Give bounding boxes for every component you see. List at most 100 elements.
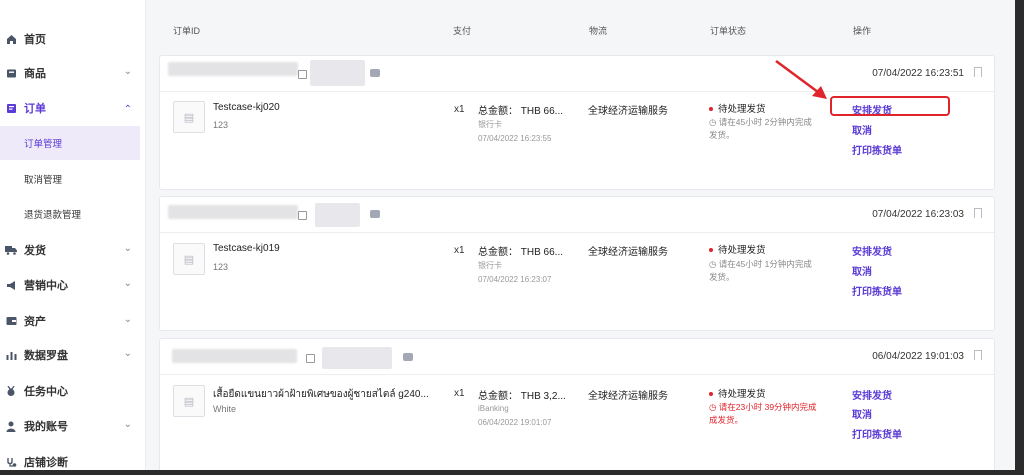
order-status: 待处理发货: [709, 101, 766, 115]
chevron-down-icon: ⌄: [123, 66, 132, 77]
shipping-service: 全球经济运输服务: [588, 106, 668, 117]
sidebar-item-home[interactable]: 首页: [0, 28, 146, 50]
header-order-id: 订单ID: [173, 26, 201, 36]
print-picklist-button[interactable]: 打印拣货单: [852, 142, 902, 157]
order-card: 06/04/2022 19:01:03 ▤ เสื้อยืดแขนยาวผ้าฝ…: [159, 338, 995, 470]
product-name[interactable]: เสื้อยืดแขนยาวผ้าฝ้ายพิเศษของผู้ชายสไตล์…: [213, 387, 429, 402]
order-card: 07/04/2022 16:23:03 ▤ Testcase-kj019 123…: [159, 196, 995, 331]
order-total: 总金额： THB 66...: [478, 247, 564, 258]
sidebar: 首页 商品 ⌄ 订单 ⌃ 订单管理 取消管理 退货退款管理 发货 ⌄ 营销中心 …: [0, 0, 146, 470]
sidebar-item-shipping[interactable]: 发货 ⌄: [0, 239, 146, 261]
chat-icon[interactable]: [370, 210, 380, 218]
sidebar-item-task-center[interactable]: 任务中心: [0, 380, 146, 402]
app-window: 首页 商品 ⌄ 订单 ⌃ 订单管理 取消管理 退货退款管理 发货 ⌄ 营销中心 …: [0, 0, 1015, 470]
user-icon: [5, 420, 17, 432]
chat-icon[interactable]: [403, 353, 413, 361]
copy-icon[interactable]: [298, 70, 307, 79]
order-status: 待处理发货: [709, 242, 766, 256]
product-name[interactable]: Testcase-kj020: [213, 102, 280, 113]
print-picklist-button[interactable]: 打印拣货单: [852, 426, 902, 441]
payment-date: 07/04/2022 16:23:07: [478, 275, 552, 284]
product-thumbnail: ▤: [173, 101, 205, 133]
product-quantity: x1: [454, 245, 465, 256]
payment-date: 06/04/2022 19:01:07: [478, 418, 552, 427]
truck-icon: [5, 244, 17, 256]
product-thumbnail: ▤: [173, 385, 205, 417]
annotation-arrow-icon: [775, 59, 827, 99]
redacted-buyer: [322, 347, 392, 369]
product-variant: 123: [213, 120, 229, 130]
chevron-down-icon: ⌄: [123, 314, 132, 325]
status-dot-icon: [709, 248, 713, 253]
window-edge: [0, 470, 1024, 475]
shipping-service: 全球经济运输服务: [588, 391, 668, 402]
copy-icon[interactable]: [298, 211, 307, 220]
bookmark-icon[interactable]: [974, 67, 982, 77]
sidebar-subitem-order-management[interactable]: 订单管理: [0, 126, 140, 160]
sidebar-item-products[interactable]: 商品 ⌄: [0, 62, 146, 84]
stethoscope-icon: [5, 456, 17, 468]
product-variant: White: [213, 404, 237, 414]
payment-method: 银行卡: [478, 261, 502, 270]
home-icon: [5, 33, 17, 45]
redacted-buyer: [315, 203, 360, 227]
order-total: 总金额： THB 66...: [478, 106, 564, 117]
ship-deadline: ◷ 请在45小时 2分钟内完成 发货。: [709, 117, 812, 140]
payment-method: 银行卡: [478, 120, 502, 129]
window-edge: [1015, 0, 1024, 475]
cancel-order-button[interactable]: 取消: [852, 122, 872, 137]
arrange-shipment-button[interactable]: 安排发货: [852, 387, 892, 402]
order-card: 07/04/2022 16:23:51 ▤ Testcase-kj020 123…: [159, 55, 995, 190]
ship-deadline: ◷ 请在23小时 39分钟内完成 成发货。: [709, 402, 817, 425]
status-dot-icon: [709, 107, 713, 112]
cancel-order-button[interactable]: 取消: [852, 263, 872, 278]
product-name[interactable]: Testcase-kj019: [213, 243, 280, 254]
payment-method: iBanking: [478, 404, 509, 413]
redacted-order-id: [168, 62, 298, 76]
chevron-up-icon: ⌃: [123, 104, 132, 115]
header-actions: 操作: [853, 26, 872, 36]
bookmark-icon[interactable]: [974, 208, 982, 218]
sidebar-item-my-account[interactable]: 我的账号 ⌄: [0, 415, 146, 437]
order-card-header: 07/04/2022 16:23:03: [160, 197, 994, 233]
highlight-box: [830, 96, 950, 116]
order-total: 总金额： THB 3,2...: [478, 391, 566, 402]
medal-icon: [5, 385, 17, 397]
sidebar-item-shop-diagnosis[interactable]: 店铺诊断: [0, 451, 146, 470]
product-variant: 123: [213, 262, 229, 272]
megaphone-icon: [5, 279, 17, 291]
order-date: 07/04/2022 16:23:03: [872, 209, 964, 220]
payment-date: 07/04/2022 16:23:55: [478, 134, 552, 143]
product-thumbnail: ▤: [173, 243, 205, 275]
cancel-order-button[interactable]: 取消: [852, 406, 872, 421]
copy-icon[interactable]: [306, 354, 315, 363]
order-card-header: 06/04/2022 19:01:03: [160, 339, 994, 375]
sidebar-item-marketing[interactable]: 营销中心 ⌄: [0, 274, 146, 296]
wallet-icon: [5, 315, 17, 327]
redacted-order-id: [168, 205, 298, 219]
sidebar-subitem-returns-management[interactable]: 退货退款管理: [0, 197, 140, 231]
shipping-service: 全球经济运输服务: [588, 247, 668, 258]
order-date: 07/04/2022 16:23:51: [872, 68, 964, 79]
redacted-buyer: [310, 60, 365, 86]
arrange-shipment-button[interactable]: 安排发货: [852, 243, 892, 258]
order-list-panel: 订单ID 支付 物流 订单状态 操作 07/04/2022 16:23:51 ▤…: [148, 0, 1015, 470]
chevron-down-icon: ⌄: [123, 278, 132, 289]
box-icon: [5, 67, 17, 79]
redacted-order-id: [172, 349, 297, 363]
status-dot-icon: [709, 392, 713, 397]
sidebar-subitem-cancel-management[interactable]: 取消管理: [0, 162, 140, 196]
product-quantity: x1: [454, 388, 465, 399]
sidebar-item-data-compass[interactable]: 数据罗盘 ⌄: [0, 344, 146, 366]
chat-icon[interactable]: [370, 69, 380, 77]
chevron-down-icon: ⌄: [123, 419, 132, 430]
table-header: 订单ID 支付 物流 订单状态 操作: [148, 0, 1015, 50]
chevron-down-icon: ⌄: [123, 348, 132, 359]
header-logistics: 物流: [589, 26, 608, 36]
print-picklist-button[interactable]: 打印拣货单: [852, 283, 902, 298]
sidebar-item-orders[interactable]: 订单 ⌃: [0, 97, 146, 119]
order-icon: [5, 102, 17, 114]
sidebar-item-assets[interactable]: 资产 ⌄: [0, 310, 146, 332]
order-date: 06/04/2022 19:01:03: [872, 351, 964, 362]
bookmark-icon[interactable]: [974, 350, 982, 360]
